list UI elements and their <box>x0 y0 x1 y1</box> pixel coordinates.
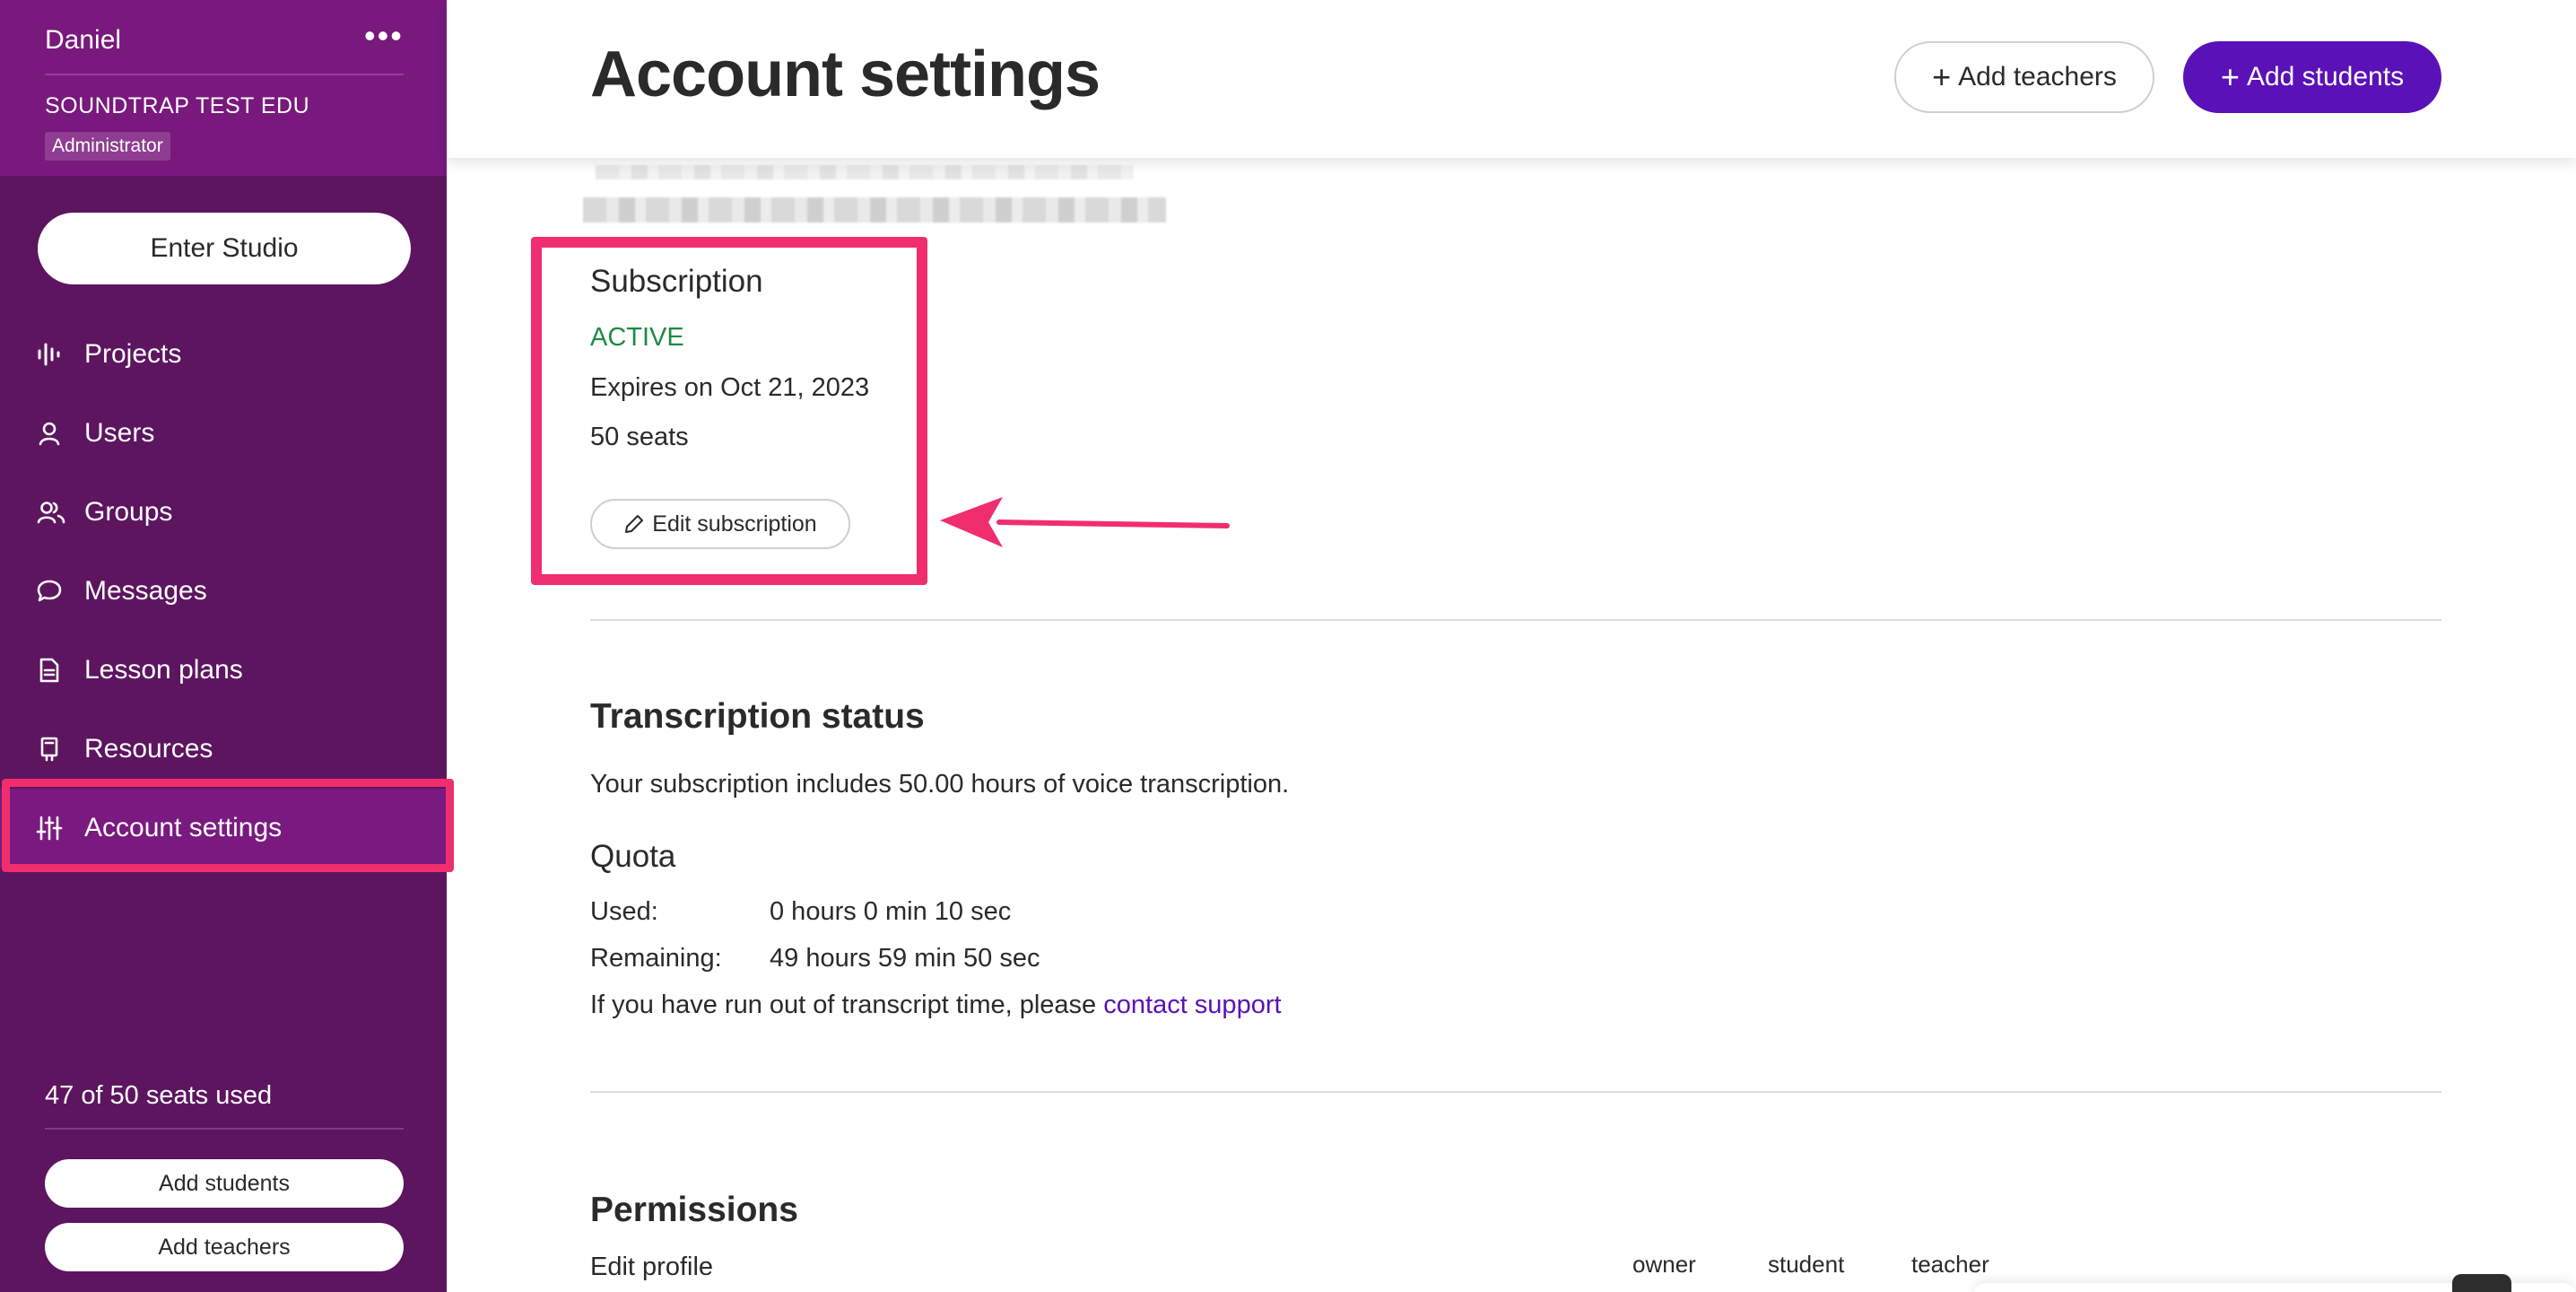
subscription-expiry: Expires on Oct 21, 2023 <box>590 373 870 402</box>
edit-subscription-label: Edit subscription <box>652 511 817 537</box>
seats-used-text: 47 of 50 seats used <box>45 1081 273 1110</box>
sidebar-item-lesson-plans[interactable]: Lesson plans <box>0 631 447 710</box>
quota-used-value: 0 hours 0 min 10 sec <box>770 897 1012 926</box>
quota-used-label: Used: <box>590 897 658 926</box>
role-badge: Administrator <box>45 132 170 161</box>
transcription-description: Your subscription includes 50.00 hours o… <box>590 770 1290 799</box>
sidebar: Daniel ••• SOUNDTRAP TEST EDU Administra… <box>0 0 454 1292</box>
edit-subscription-button[interactable]: Edit subscription <box>590 499 850 549</box>
divider <box>45 1128 404 1130</box>
document-icon <box>36 652 84 688</box>
groups-icon <box>36 494 84 530</box>
divider <box>590 619 2441 621</box>
redacted-content <box>583 158 1166 230</box>
subscription-seats: 50 seats <box>590 423 689 451</box>
permission-column-owner: owner <box>1632 1251 1696 1278</box>
projects-icon <box>36 336 84 372</box>
transcription-section-title: Transcription status <box>590 697 925 736</box>
support-text: If you have run out of transcript time, … <box>590 991 1282 1020</box>
sidebar-item-messages[interactable]: Messages <box>0 552 447 631</box>
add-teachers-button[interactable]: + Add teachers <box>1894 41 2154 113</box>
permission-column-teacher: teacher <box>1911 1251 1989 1278</box>
sidebar-item-groups[interactable]: Groups <box>0 473 447 552</box>
quota-title: Quota <box>590 839 676 874</box>
sidebar-item-label: Users <box>84 418 155 448</box>
add-teachers-label: Add teachers <box>1958 62 2117 92</box>
sidebar-header: Daniel ••• SOUNDTRAP TEST EDU Administra… <box>0 0 447 176</box>
org-name: SOUNDTRAP TEST EDU <box>45 93 310 118</box>
sidebar-item-resources[interactable]: Resources <box>0 710 447 789</box>
plus-icon: + <box>2220 58 2240 95</box>
annotation-arrow-icon <box>940 497 1230 547</box>
permissions-section-title: Permissions <box>590 1191 798 1229</box>
sidebar-item-projects[interactable]: Projects <box>0 315 447 394</box>
quota-remaining-value: 49 hours 59 min 50 sec <box>770 944 1040 973</box>
divider <box>45 74 404 75</box>
pencil-icon <box>625 515 644 533</box>
chat-bubble-icon <box>36 573 84 609</box>
permission-row-label: Edit profile <box>590 1253 714 1281</box>
contact-support-link[interactable]: contact support <box>1103 991 1281 1019</box>
sidebar-add-teachers-button[interactable]: Add teachers <box>45 1223 404 1271</box>
subscription-title: Subscription <box>590 264 763 299</box>
sidebar-item-label: Projects <box>84 339 182 369</box>
sidebar-add-students-button[interactable]: Add students <box>45 1159 404 1208</box>
quota-remaining-label: Remaining: <box>590 944 722 973</box>
subscription-status: ACTIVE <box>590 323 684 352</box>
add-students-button[interactable]: + Add students <box>2183 41 2441 113</box>
permission-column-student: student <box>1768 1251 1845 1278</box>
user-name[interactable]: Daniel <box>45 25 121 56</box>
support-prefix: If you have run out of transcript time, … <box>590 991 1097 1019</box>
more-options-icon[interactable]: ••• <box>364 20 404 52</box>
add-students-label: Add students <box>2246 62 2405 92</box>
sidebar-item-label: Resources <box>84 734 213 764</box>
enter-studio-button[interactable]: Enter Studio <box>38 213 411 284</box>
annotation-highlight-box <box>2 779 454 872</box>
divider <box>590 1091 2441 1093</box>
sidebar-item-label: Groups <box>84 497 173 527</box>
sidebar-item-users[interactable]: Users <box>0 394 447 473</box>
user-icon <box>36 415 84 451</box>
plus-icon: + <box>1932 58 1952 95</box>
sidebar-item-label: Messages <box>84 576 207 606</box>
page-title: Account settings <box>590 39 1101 110</box>
bookmark-icon <box>36 731 84 767</box>
sidebar-item-label: Lesson plans <box>84 655 243 685</box>
page-header: Account settings + Add teachers + Add st… <box>447 0 2576 158</box>
chat-widget-button[interactable] <box>2452 1274 2511 1292</box>
